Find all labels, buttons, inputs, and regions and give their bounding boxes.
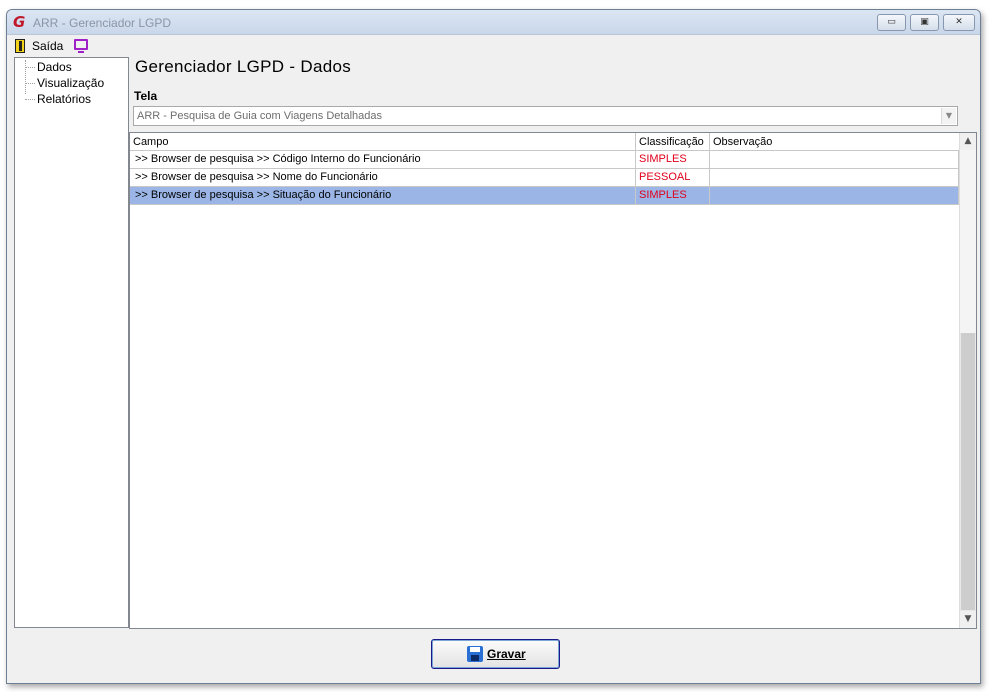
save-button[interactable]: Gravar bbox=[431, 639, 560, 669]
cell-classificacao[interactable]: SIMPLES bbox=[636, 151, 710, 168]
cell-observacao[interactable] bbox=[710, 187, 959, 204]
scroll-thumb[interactable] bbox=[961, 333, 975, 610]
tree-connector bbox=[25, 60, 26, 94]
tela-select[interactable]: ARR - Pesquisa de Guia com Viagens Detal… bbox=[133, 106, 958, 126]
window-title: ARR - Gerenciador LGPD bbox=[33, 16, 172, 30]
cell-observacao[interactable] bbox=[710, 169, 959, 186]
exit-menu-item[interactable]: Saída bbox=[32, 39, 63, 53]
maximize-button[interactable]: ▣ bbox=[910, 14, 939, 31]
scroll-down-icon[interactable]: ▼ bbox=[960, 611, 976, 628]
minimize-button[interactable]: ▭ bbox=[877, 14, 906, 31]
table-header: Campo Classificação Observação bbox=[130, 133, 959, 151]
column-header-classificacao[interactable]: Classificação bbox=[636, 133, 710, 151]
app-logo-icon: G bbox=[13, 13, 26, 31]
monitor-icon[interactable] bbox=[74, 39, 88, 53]
vertical-scrollbar[interactable]: ▲ ▼ bbox=[959, 133, 976, 628]
chevron-down-icon[interactable]: ▼ bbox=[941, 108, 956, 124]
table-row-selected[interactable]: >> Browser de pesquisa >> Situação do Fu… bbox=[130, 187, 959, 205]
close-button[interactable]: ✕ bbox=[943, 14, 975, 31]
tree-connector bbox=[25, 67, 35, 68]
cell-classificacao[interactable]: PESSOAL bbox=[636, 169, 710, 186]
tree-connector bbox=[25, 99, 35, 100]
scroll-up-icon[interactable]: ▲ bbox=[960, 133, 976, 150]
column-header-observacao[interactable]: Observação bbox=[710, 133, 959, 151]
exit-door-icon[interactable] bbox=[15, 39, 25, 53]
table-row[interactable]: >> Browser de pesquisa >> Código Interno… bbox=[130, 151, 959, 169]
save-button-label: Gravar bbox=[487, 647, 526, 661]
navigation-tree: Dados Visualização Relatórios bbox=[14, 57, 129, 628]
menu-bar: Saída bbox=[7, 36, 980, 56]
cell-campo: >> Browser de pesquisa >> Código Interno… bbox=[130, 151, 636, 168]
tree-item-dados[interactable]: Dados bbox=[37, 60, 72, 74]
cell-campo: >> Browser de pesquisa >> Situação do Fu… bbox=[130, 187, 636, 204]
tree-item-relatorios[interactable]: Relatórios bbox=[37, 92, 91, 106]
title-bar[interactable]: G ARR - Gerenciador LGPD ▭ ▣ ✕ bbox=[7, 10, 980, 35]
page-title: Gerenciador LGPD - Dados bbox=[135, 57, 352, 76]
tela-label: Tela bbox=[134, 89, 158, 103]
cell-classificacao[interactable]: SIMPLES bbox=[636, 187, 710, 204]
tela-select-value: ARR - Pesquisa de Guia com Viagens Detal… bbox=[137, 110, 382, 122]
scroll-track[interactable] bbox=[960, 150, 976, 333]
table-row[interactable]: >> Browser de pesquisa >> Nome do Funcio… bbox=[130, 169, 959, 187]
cell-campo: >> Browser de pesquisa >> Nome do Funcio… bbox=[130, 169, 636, 186]
tree-connector bbox=[25, 83, 35, 84]
fields-table: Campo Classificação Observação >> Browse… bbox=[129, 132, 977, 629]
cell-observacao[interactable] bbox=[710, 151, 959, 168]
tree-item-visualizacao[interactable]: Visualização bbox=[37, 76, 104, 90]
app-window: G ARR - Gerenciador LGPD ▭ ▣ ✕ Saída Dad… bbox=[6, 9, 981, 684]
column-header-campo[interactable]: Campo bbox=[130, 133, 636, 151]
floppy-disk-icon bbox=[467, 646, 483, 662]
